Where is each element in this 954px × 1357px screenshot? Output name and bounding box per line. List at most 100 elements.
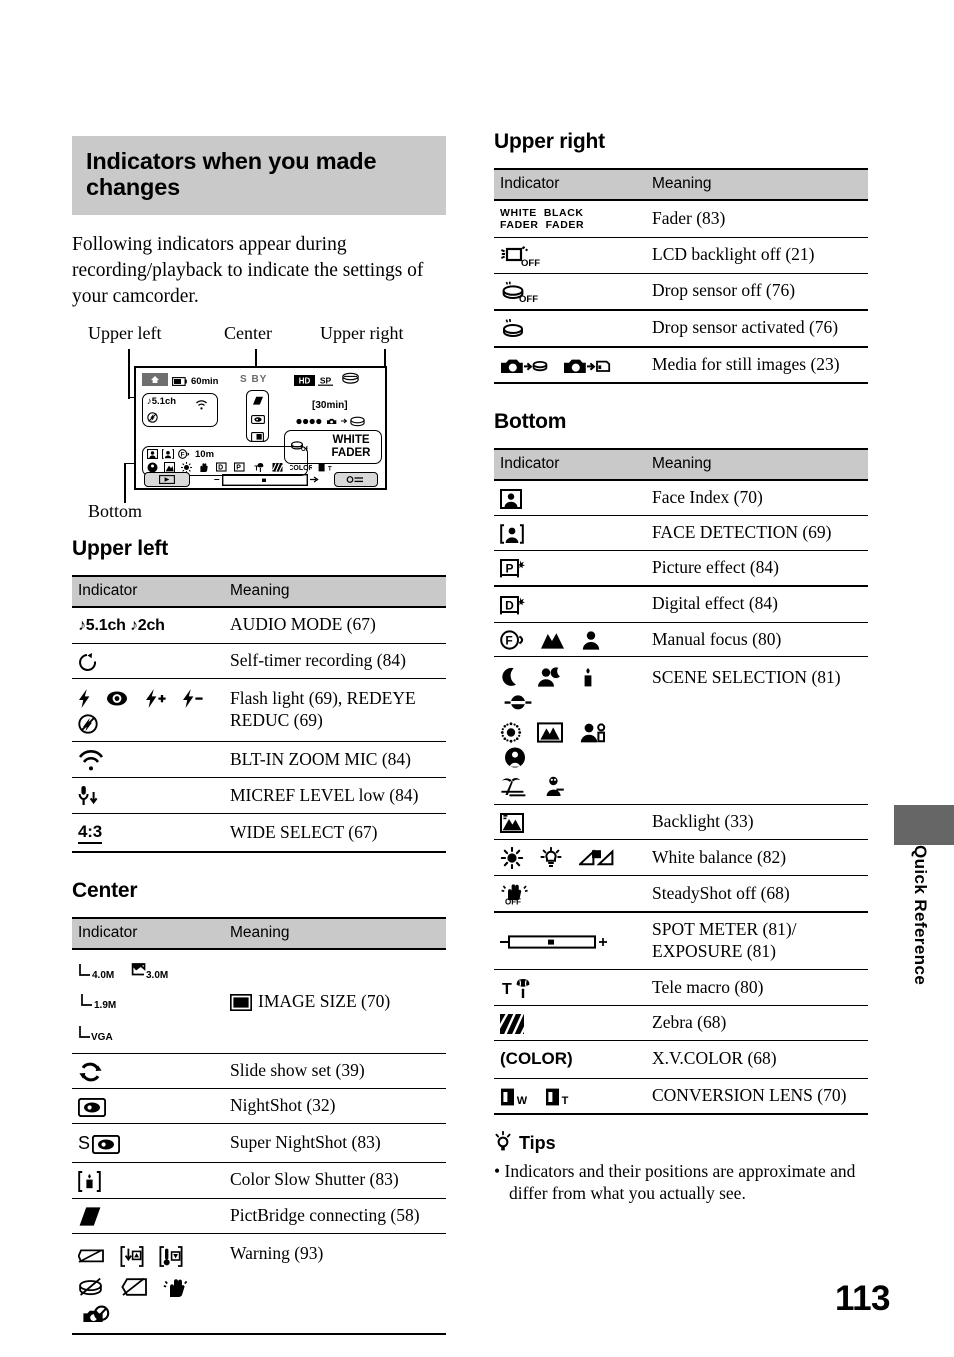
table-row: MICREF LEVEL low (84): [72, 777, 446, 814]
cell-indicator: [72, 1053, 224, 1089]
table-row: White balance (82): [494, 839, 868, 876]
exposure-slider-icon: [500, 934, 608, 950]
col-header-meaning: Meaning: [646, 169, 868, 200]
svg-text:4.0M: 4.0M: [92, 970, 114, 980]
cell-meaning: Backlight (33): [646, 804, 868, 840]
battery-time: 60min: [191, 376, 219, 388]
still-to-memcard-icon: [563, 356, 611, 376]
table-row: Zebra (68): [494, 1005, 868, 1041]
digital-effect-icon-small: D: [216, 462, 227, 471]
slide-show-icon: [78, 1062, 103, 1082]
table-row: NightShot (32): [72, 1088, 446, 1124]
cell-indicator: [494, 839, 646, 876]
sunrise-sunset-icon: [504, 693, 532, 713]
cell-indicator: OFF: [494, 237, 646, 274]
twilight-icon: [500, 667, 522, 687]
diagram-label-bottom: Bottom: [88, 500, 143, 521]
cell-meaning: BLT-IN ZOOM MIC (84): [224, 740, 446, 778]
cell-indicator: D: [494, 585, 646, 622]
cell-meaning: IMAGE SIZE (70): [224, 947, 446, 1054]
cell-meaning: Zebra (68): [646, 1005, 868, 1041]
micref-icon-small: [251, 429, 264, 447]
table-row: FACE DETECTION (69): [494, 514, 868, 551]
cell-indicator: [494, 804, 646, 840]
table-row: Media for still images (23): [494, 345, 868, 383]
portrait-icon: [579, 722, 607, 743]
white-balance-onepush-icon: [578, 848, 615, 868]
white-balance-icon-small: [181, 461, 192, 473]
table-row: F Manual focus (80): [494, 621, 868, 657]
still-to-disc-icon: [500, 356, 548, 376]
cell-indicator: OFF: [494, 875, 646, 913]
table-header-row: Indicator Meaning: [494, 448, 868, 480]
svg-text:1.9M: 1.9M: [94, 1000, 116, 1010]
table-row: Color Slow Shutter (83): [72, 1162, 446, 1199]
camera-shake-warning-icon: [163, 1277, 189, 1298]
conversion-lens-wide-icon: W: [500, 1087, 530, 1107]
drop-sensor-activated-icon: [500, 318, 526, 340]
svg-text:T: T: [562, 1095, 569, 1107]
cell-meaning: Self-timer recording (84): [224, 642, 446, 679]
white-balance-indoor-icon: [539, 847, 563, 869]
snow-icon: [542, 776, 566, 797]
zoom-slider[interactable]: –: [214, 473, 320, 486]
cell-meaning: Digital effect (84): [646, 585, 868, 622]
cell-indicator: [494, 514, 646, 551]
cell-indicator: [72, 777, 224, 814]
cell-indicator: [494, 1005, 646, 1041]
scene-icon-small: [147, 462, 158, 473]
cell-meaning-text: IMAGE SIZE (70): [258, 990, 391, 1011]
cell-meaning: PictBridge connecting (58): [224, 1197, 446, 1234]
flash-off-icon: [78, 714, 98, 734]
image-size-3-0m-icon: 3.0M: [131, 963, 173, 980]
conversion-lens-tele-icon: T: [545, 1087, 571, 1107]
cell-meaning: Tele macro (80): [646, 969, 868, 1006]
table-row: Backlight (33): [494, 804, 868, 840]
self-timer-icon: [78, 652, 98, 672]
tips-title-row: Tips: [494, 1130, 868, 1156]
tips-title-text: Tips: [519, 1132, 556, 1153]
table-row: SCENE SELECTION (81): [494, 656, 868, 805]
cell-indicator: [72, 740, 224, 778]
upper-left-heading: Upper left: [72, 536, 169, 560]
cell-meaning: Face Index (70): [646, 478, 868, 516]
lcd-backlight-off-icon: OFF: [500, 245, 542, 267]
playback-button[interactable]: [144, 471, 190, 487]
audio-mode-indicator: ♪5.1ch: [147, 395, 177, 407]
cell-indicator: ♪5.1ch ♪2ch: [72, 605, 224, 644]
right-column: Upper right Indicator Meaning WHITE BLAC…: [494, 130, 868, 1205]
super-nightshot-prefix: S: [78, 1132, 90, 1153]
intro-paragraph: Following indicators appear during recor…: [72, 233, 424, 308]
cell-meaning: NightShot (32): [224, 1088, 446, 1124]
cell-indicator: [72, 1197, 224, 1234]
cell-indicator: 4:3: [72, 813, 224, 852]
cell-indicator: 4.0M 3.0M 1.9M VGA: [72, 947, 224, 1054]
disc-warning-icon: [78, 1277, 105, 1298]
landscape-icon: [537, 722, 564, 743]
cell-indicator: W T: [494, 1077, 646, 1114]
options-button[interactable]: [334, 471, 378, 487]
zebra-icon-small: [272, 462, 283, 472]
cell-meaning: Super NightShot (83): [224, 1122, 446, 1163]
cell-meaning: Drop sensor off (76): [646, 272, 868, 310]
diagram-label-upper-left: Upper left: [88, 322, 162, 343]
manual-focus-icon: F: [500, 630, 526, 651]
face-detection-icon-small: [162, 449, 174, 459]
twilight-portrait-icon: [536, 667, 564, 688]
diagram-label-upper-right: Upper right: [320, 322, 404, 343]
tele-macro-icon: T: [500, 977, 536, 999]
fader-line-1: WHITE: [332, 433, 370, 446]
nightshot-icon-small: [250, 411, 265, 429]
focus-distance: 10m: [195, 448, 215, 460]
table-header-row: Indicator Meaning: [72, 917, 446, 949]
svg-text:D: D: [505, 598, 514, 612]
table-row: OFF LCD backlight off (21): [494, 237, 868, 274]
page-number: 113: [835, 1279, 890, 1318]
tips-section: Tips • Indicators and their positions ar…: [494, 1130, 868, 1206]
flash-warning-icon: [82, 1305, 110, 1326]
hd-format-icon: HD: [294, 373, 315, 391]
col-header-meaning: Meaning: [224, 575, 446, 607]
cell-indicator: [494, 345, 646, 383]
svg-text:P: P: [505, 561, 513, 575]
center-heading: Center: [72, 878, 138, 902]
